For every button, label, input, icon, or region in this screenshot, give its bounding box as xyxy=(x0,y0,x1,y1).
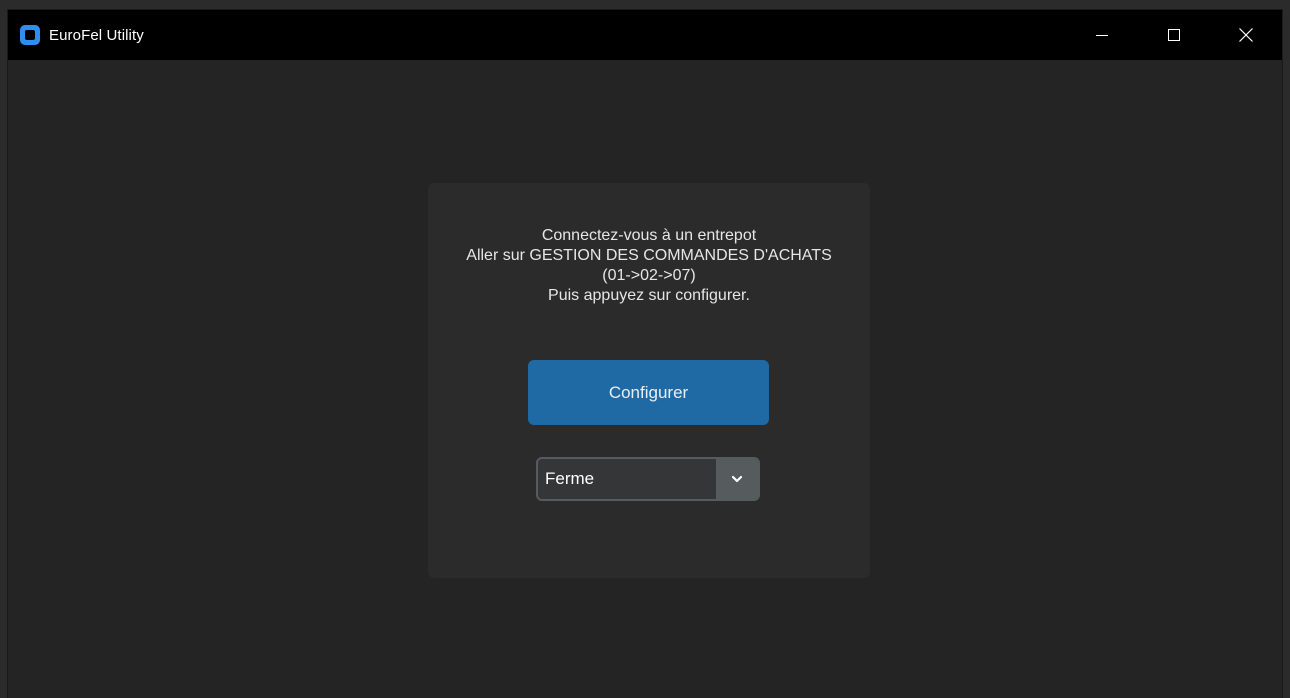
maximize-icon xyxy=(1168,29,1180,41)
chevron-down-icon xyxy=(731,475,743,483)
warehouse-dropdown[interactable]: Ferme xyxy=(536,457,760,501)
maximize-button[interactable] xyxy=(1138,10,1210,60)
minimize-icon xyxy=(1096,35,1108,36)
app-window: EuroFel Utility Connectez-vous à un entr… xyxy=(8,10,1282,698)
instructions-text: Connectez-vous à un entrepot Aller sur G… xyxy=(428,226,870,306)
instruction-line: Aller sur GESTION DES COMMANDES D'ACHATS xyxy=(466,247,832,264)
title-bar[interactable]: EuroFel Utility xyxy=(8,10,1282,60)
configure-button[interactable]: Configurer xyxy=(528,360,769,425)
instruction-line: Connectez-vous à un entrepot xyxy=(541,227,757,244)
close-icon xyxy=(1239,28,1253,42)
minimize-button[interactable] xyxy=(1066,10,1138,60)
instruction-line: (01->02->07) xyxy=(602,267,696,284)
app-icon xyxy=(20,25,40,45)
window-title: EuroFel Utility xyxy=(49,26,144,44)
setup-panel: Connectez-vous à un entrepot Aller sur G… xyxy=(428,183,870,578)
instruction-line: Puis appuyez sur configurer. xyxy=(548,287,750,304)
close-button[interactable] xyxy=(1210,10,1282,60)
dropdown-value[interactable]: Ferme xyxy=(538,459,716,499)
dropdown-arrow-button[interactable] xyxy=(716,459,758,499)
window-controls xyxy=(1066,10,1282,60)
